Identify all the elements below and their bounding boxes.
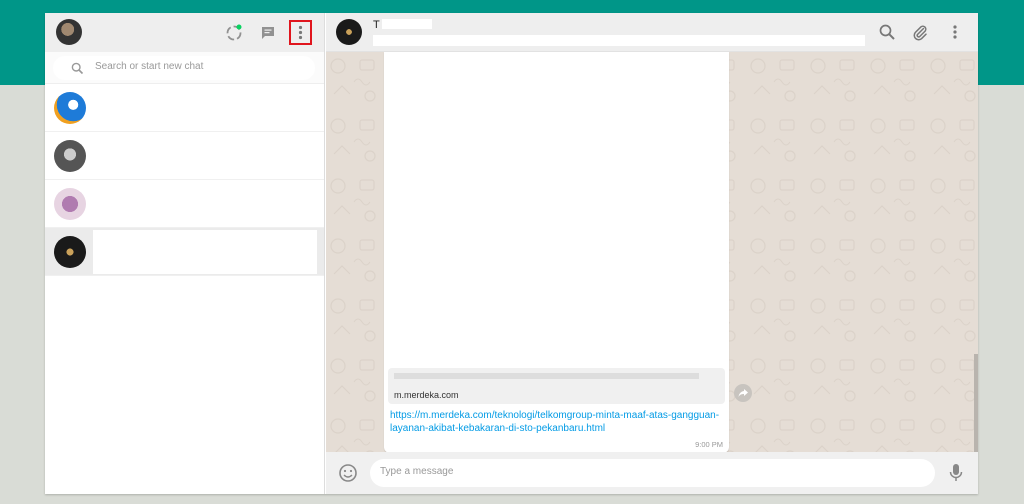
chat-list-item[interactable] xyxy=(45,180,324,228)
chat-list-item-selected[interactable] xyxy=(45,228,324,276)
menu-button[interactable] xyxy=(289,20,312,45)
redacted-chat-info xyxy=(93,230,317,274)
group-photo-avatar xyxy=(54,188,86,220)
redacted-contact-subtitle xyxy=(373,35,865,46)
compose-bar xyxy=(326,452,978,494)
sidebar xyxy=(45,13,325,494)
whatsapp-web-window: T xyxy=(45,13,978,494)
eagle-logo-avatar xyxy=(54,92,86,124)
message-input[interactable] xyxy=(380,466,880,477)
redacted-contact-name xyxy=(382,19,432,29)
search-input[interactable] xyxy=(95,61,295,72)
dark-photo-avatar xyxy=(54,236,86,268)
more-vertical-icon[interactable] xyxy=(946,23,964,41)
message-link[interactable]: https://m.merdeka.com/teknologi/telkomgr… xyxy=(390,409,720,435)
search-area xyxy=(45,52,324,84)
link-preview-description xyxy=(394,373,699,379)
forward-arrow-icon xyxy=(738,389,748,397)
contact-name[interactable]: T xyxy=(373,19,380,31)
new-chat-icon[interactable] xyxy=(257,22,279,44)
more-vertical-icon xyxy=(298,25,303,40)
conversation-panel: T m.merdeka.com https://m.merdeka.com/te… xyxy=(326,13,978,494)
message-area[interactable]: m.merdeka.com https://m.merdeka.com/tekn… xyxy=(326,52,978,452)
forward-button[interactable] xyxy=(734,384,752,402)
profile-avatar[interactable] xyxy=(56,19,82,45)
link-preview-meta[interactable]: m.merdeka.com xyxy=(388,368,725,404)
message-input-box[interactable] xyxy=(370,459,935,487)
link-preview-image[interactable] xyxy=(388,52,725,366)
scrollbar-thumb[interactable] xyxy=(974,354,978,452)
link-preview-domain: m.merdeka.com xyxy=(394,390,459,400)
chat-list-item[interactable] xyxy=(45,84,324,132)
message-timestamp: 9:00 PM xyxy=(695,440,723,449)
contact-avatar[interactable] xyxy=(336,19,362,45)
grayscale-photo-avatar xyxy=(54,140,86,172)
paperclip-icon[interactable] xyxy=(911,23,929,41)
search-messages-icon[interactable] xyxy=(878,23,896,41)
chat-list xyxy=(45,84,324,276)
chat-list-item[interactable] xyxy=(45,132,324,180)
emoji-icon[interactable] xyxy=(338,463,358,483)
search-icon xyxy=(71,62,84,75)
search-box[interactable] xyxy=(53,56,315,80)
status-icon[interactable] xyxy=(223,22,245,44)
conversation-header: T xyxy=(326,13,978,52)
message-bubble[interactable]: m.merdeka.com https://m.merdeka.com/tekn… xyxy=(384,52,729,452)
sidebar-header xyxy=(45,13,324,52)
microphone-icon[interactable] xyxy=(948,463,964,483)
